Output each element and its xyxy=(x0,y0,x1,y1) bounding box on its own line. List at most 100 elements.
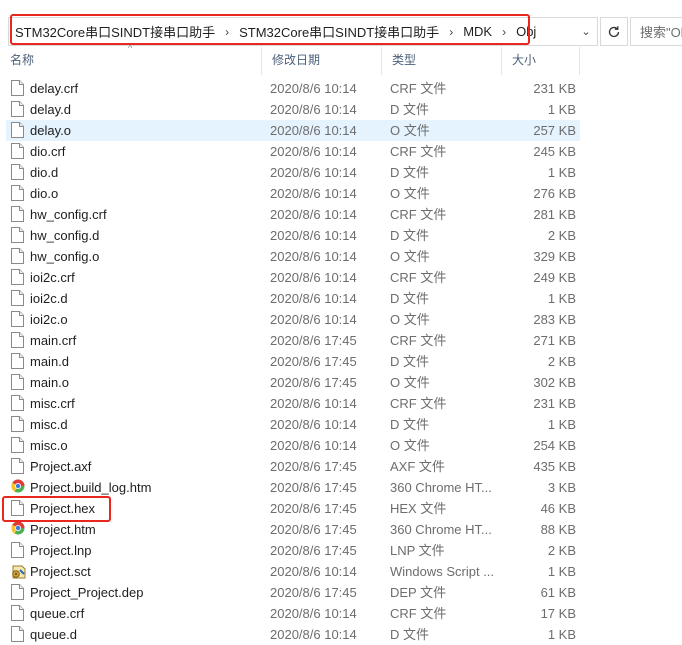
file-row[interactable]: dio.d 2020/8/6 10:14 D 文件 1 KB xyxy=(0,162,682,183)
file-icon xyxy=(11,101,24,117)
file-icon xyxy=(11,542,24,558)
column-header: ^ 名称 修改日期 类型 大小 xyxy=(0,43,682,75)
file-row[interactable]: dio.o 2020/8/6 10:14 O 文件 276 KB xyxy=(0,183,682,204)
file-date: 2020/8/6 10:14 xyxy=(270,438,357,453)
file-name: main.o xyxy=(30,375,70,390)
file-type: O 文件 xyxy=(390,438,430,453)
file-name: misc.d xyxy=(30,417,68,432)
file-type: CRF 文件 xyxy=(390,396,447,411)
file-name: delay.o xyxy=(30,123,71,138)
file-name: hw_config.o xyxy=(30,249,100,264)
file-size: 231 KB xyxy=(533,81,576,96)
file-name: queue.crf xyxy=(30,606,85,621)
file-row[interactable]: Project.htm 2020/8/6 17:45 360 Chrome HT… xyxy=(0,519,682,540)
chrome-html-icon xyxy=(11,479,25,495)
file-name: dio.d xyxy=(30,165,59,180)
file-date: 2020/8/6 17:45 xyxy=(270,375,357,390)
file-name: ioi2c.o xyxy=(30,312,68,327)
file-date: 2020/8/6 10:14 xyxy=(270,81,357,96)
file-row[interactable]: delay.crf 2020/8/6 10:14 CRF 文件 231 KB xyxy=(0,78,682,99)
file-row[interactable]: delay.d 2020/8/6 10:14 D 文件 1 KB xyxy=(0,99,682,120)
file-name: Project.htm xyxy=(30,522,96,537)
file-row[interactable]: hw_config.o 2020/8/6 10:14 O 文件 329 KB xyxy=(0,246,682,267)
file-row[interactable]: Project.sct 2020/8/6 10:14 Windows Scrip… xyxy=(0,561,682,582)
file-date: 2020/8/6 10:14 xyxy=(270,123,357,138)
file-icon xyxy=(11,332,24,348)
file-row[interactable]: ioi2c.d 2020/8/6 10:14 D 文件 1 KB xyxy=(0,288,682,309)
file-size: 17 KB xyxy=(540,606,576,621)
file-row[interactable]: Project_Project.dep 2020/8/6 17:45 DEP 文… xyxy=(0,582,682,603)
file-row[interactable]: ioi2c.crf 2020/8/6 10:14 CRF 文件 249 KB xyxy=(0,267,682,288)
file-size: 1 KB xyxy=(547,102,576,117)
file-row[interactable]: Project.lnp 2020/8/6 17:45 LNP 文件 2 KB xyxy=(0,540,682,561)
column-type[interactable]: 类型 xyxy=(382,47,502,75)
file-size: 1 KB xyxy=(547,417,576,432)
file-date: 2020/8/6 10:14 xyxy=(270,417,357,432)
file-size: 2 KB xyxy=(547,543,576,558)
file-size: 61 KB xyxy=(540,585,576,600)
windows-script-icon xyxy=(11,563,26,579)
file-row[interactable]: Project.build_log.htm 2020/8/6 17:45 360… xyxy=(0,477,682,498)
column-date[interactable]: 修改日期 xyxy=(262,47,382,75)
file-name: misc.crf xyxy=(30,396,75,411)
file-name: ioi2c.d xyxy=(30,291,68,306)
search-input[interactable]: 搜索"Ob xyxy=(630,17,682,46)
file-date: 2020/8/6 17:45 xyxy=(270,333,357,348)
file-type: D 文件 xyxy=(390,102,430,117)
file-type: DEP 文件 xyxy=(390,585,447,600)
file-date: 2020/8/6 10:14 xyxy=(270,144,357,159)
file-size: 2 KB xyxy=(547,354,576,369)
file-row[interactable]: hw_config.d 2020/8/6 10:14 D 文件 2 KB xyxy=(0,225,682,246)
file-type: AXF 文件 xyxy=(390,459,445,474)
file-row[interactable]: main.d 2020/8/6 17:45 D 文件 2 KB xyxy=(0,351,682,372)
file-row[interactable]: misc.d 2020/8/6 10:14 D 文件 1 KB xyxy=(0,414,682,435)
file-size: 245 KB xyxy=(533,144,576,159)
file-type: CRF 文件 xyxy=(390,144,447,159)
chevron-down-icon[interactable]: ⌄ xyxy=(574,18,597,45)
column-size[interactable]: 大小 xyxy=(502,47,580,75)
search-placeholder: 搜索"Ob xyxy=(640,25,682,40)
file-size: 2 KB xyxy=(547,228,576,243)
file-row[interactable]: main.o 2020/8/6 17:45 O 文件 302 KB xyxy=(0,372,682,393)
column-name[interactable]: 名称 xyxy=(0,47,262,75)
file-size: 257 KB xyxy=(533,123,576,138)
file-icon xyxy=(11,416,24,432)
file-name: ioi2c.crf xyxy=(30,270,75,285)
file-row[interactable]: queue.crf 2020/8/6 10:14 CRF 文件 17 KB xyxy=(0,603,682,624)
file-icon xyxy=(11,458,24,474)
file-size: 276 KB xyxy=(533,186,576,201)
file-type: D 文件 xyxy=(390,354,430,369)
file-icon xyxy=(11,437,24,453)
file-row[interactable]: ioi2c.o 2020/8/6 10:14 O 文件 283 KB xyxy=(0,309,682,330)
file-icon xyxy=(11,395,24,411)
file-row[interactable]: hw_config.crf 2020/8/6 10:14 CRF 文件 281 … xyxy=(0,204,682,225)
file-icon xyxy=(11,605,24,621)
file-icon xyxy=(11,206,24,222)
file-name: delay.d xyxy=(30,102,71,117)
file-type: CRF 文件 xyxy=(390,333,447,348)
file-date: 2020/8/6 17:45 xyxy=(270,354,357,369)
file-icon xyxy=(11,269,24,285)
file-row[interactable]: dio.crf 2020/8/6 10:14 CRF 文件 245 KB xyxy=(0,141,682,162)
file-type: CRF 文件 xyxy=(390,81,447,96)
file-size: 231 KB xyxy=(533,396,576,411)
file-name: main.crf xyxy=(30,333,77,348)
file-name: Project.build_log.htm xyxy=(30,480,152,495)
file-date: 2020/8/6 10:14 xyxy=(270,228,357,243)
file-type: O 文件 xyxy=(390,123,430,138)
file-name: dio.o xyxy=(30,186,59,201)
file-row[interactable]: Project.axf 2020/8/6 17:45 AXF 文件 435 KB xyxy=(0,456,682,477)
file-type: 360 Chrome HT... xyxy=(390,522,492,537)
file-name: Project_Project.dep xyxy=(30,585,144,600)
file-date: 2020/8/6 17:45 xyxy=(270,459,357,474)
file-name: dio.crf xyxy=(30,144,66,159)
refresh-button[interactable] xyxy=(600,17,628,46)
file-date: 2020/8/6 17:45 xyxy=(270,480,357,495)
file-icon xyxy=(11,353,24,369)
file-row[interactable]: misc.crf 2020/8/6 10:14 CRF 文件 231 KB xyxy=(0,393,682,414)
file-row[interactable]: delay.o 2020/8/6 10:14 O 文件 257 KB xyxy=(0,120,682,141)
refresh-icon xyxy=(608,25,620,37)
file-row[interactable]: main.crf 2020/8/6 17:45 CRF 文件 271 KB xyxy=(0,330,682,351)
file-name: Project.lnp xyxy=(30,543,92,558)
file-row[interactable]: misc.o 2020/8/6 10:14 O 文件 254 KB xyxy=(0,435,682,456)
